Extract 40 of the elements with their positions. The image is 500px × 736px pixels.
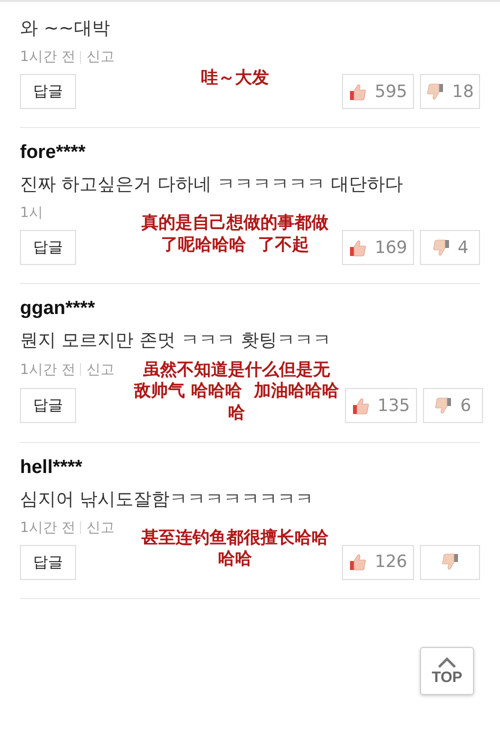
timestamp: 1시간 전 [20, 360, 76, 379]
timestamp: 1시간 전 [20, 518, 76, 537]
translation-caption: 真的是自己想做的事都做 了呢哈哈哈 了不起 [140, 213, 330, 256]
thumbs-down-icon [432, 238, 450, 256]
like-button[interactable]: 135 [344, 388, 417, 424]
report-link[interactable]: 신고 [86, 518, 114, 537]
username: ggan**** [20, 298, 96, 320]
like-button[interactable]: 126 [342, 544, 414, 580]
reply-button[interactable]: 답글 [20, 74, 76, 109]
dislike-button[interactable] [420, 544, 480, 580]
comment-text: 와 ~~대박 [20, 17, 111, 40]
thumbs-up-icon [352, 396, 370, 415]
translation-caption: 哇～大发 [200, 68, 270, 90]
dislike-button[interactable]: 6 [422, 388, 483, 424]
thumbs-up-icon [348, 238, 367, 256]
thumbs-down-icon [434, 396, 452, 415]
username: fore**** [20, 142, 86, 164]
like-button[interactable]: 169 [342, 230, 414, 265]
thumbs-down-icon [426, 82, 444, 100]
thumbs-down-icon [441, 553, 459, 572]
reply-button[interactable]: 답글 [20, 230, 76, 265]
chevron-up-icon [437, 656, 457, 668]
dislike-button[interactable]: 4 [420, 230, 480, 265]
report-link[interactable]: 신고 [86, 48, 114, 66]
like-button[interactable]: 595 [342, 74, 414, 109]
thumbs-up-icon [348, 82, 367, 100]
comment-text: 진짜 하고싶은거 다하네 ㅋㅋㅋㅋㅋㅋ 대단하다 [20, 173, 404, 196]
reply-button[interactable]: 답글 [20, 544, 76, 580]
dislike-button[interactable]: 18 [420, 74, 480, 109]
username: hell**** [20, 456, 84, 479]
report-link[interactable]: 신고 [86, 360, 114, 379]
thumbs-up-icon [348, 553, 367, 572]
translation-caption: 甚至连钓鱼都很擅长哈哈 哈哈 [140, 528, 330, 570]
reply-button[interactable]: 답글 [20, 388, 76, 424]
timestamp: 1시간 전 [20, 48, 76, 66]
scroll-top-button[interactable]: TOP [420, 647, 474, 695]
comment-text: 뭔지 모르지만 존멋 ㅋㅋㅋ 홧팅ㅋㅋㅋ [20, 329, 332, 352]
timestamp: 1시 [20, 204, 43, 222]
comment-text: 심지어 낚시도잘함ㅋㅋㅋㅋㅋㅋㅋㅋ [20, 488, 315, 511]
translation-caption: 虽然不知道是什么但是无 敌帅气 哈哈哈 加油哈哈哈 哈 [134, 360, 339, 424]
